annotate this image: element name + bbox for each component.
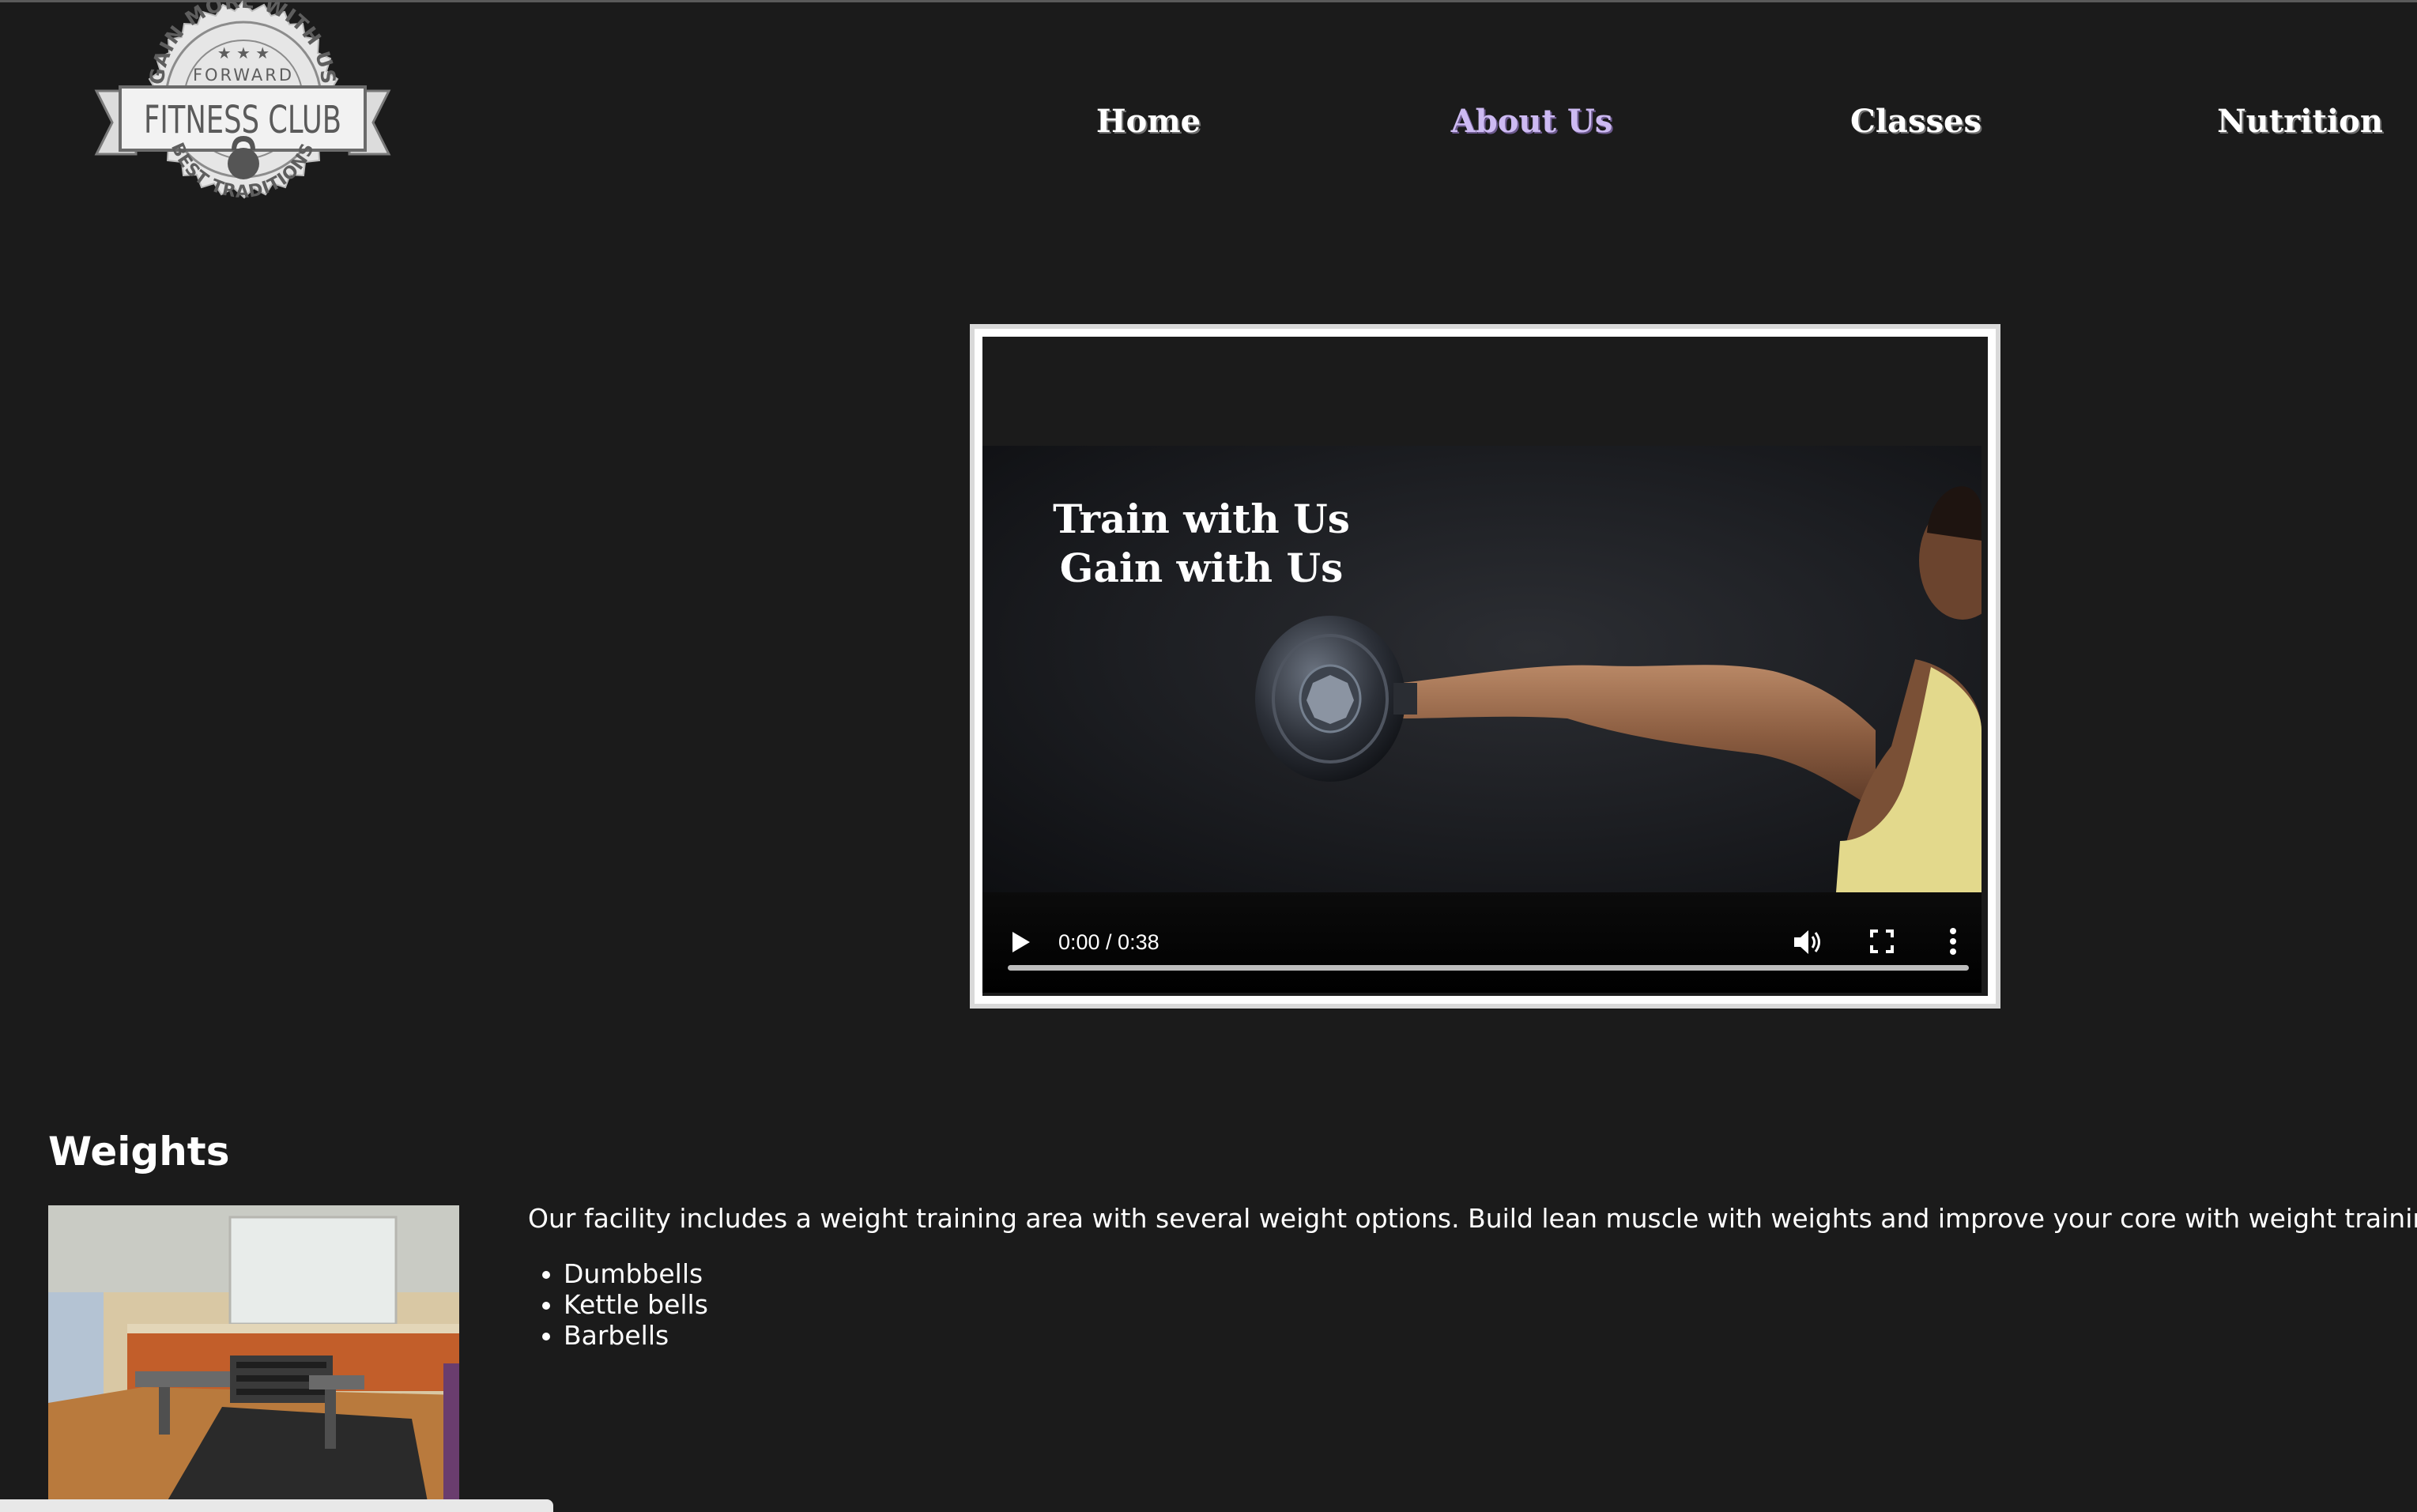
browser-status-bar	[0, 1499, 553, 1512]
volume-icon[interactable]	[1793, 928, 1823, 956]
list-item: Kettle bells	[564, 1289, 708, 1320]
video-progress-bar[interactable]	[1008, 965, 1969, 971]
nav-home-link[interactable]: Home	[1096, 103, 1201, 140]
main-navigation: Home About Us Classes Nutrition	[0, 103, 2417, 150]
nav-classes-link[interactable]: Classes	[1850, 103, 1981, 140]
weights-description: Our facility includes a weight training …	[528, 1203, 2417, 1234]
list-item: Dumbbells	[564, 1258, 708, 1289]
poster-headline-line2: Gain with Us	[1060, 545, 1344, 591]
logo-stars: ★ ★ ★	[217, 43, 270, 62]
weights-options-list: Dumbbells Kettle bells Barbells	[528, 1258, 708, 1351]
more-options-icon[interactable]	[1948, 927, 1958, 956]
nav-about-us-link[interactable]: About Us	[1451, 103, 1613, 140]
nav-nutrition-link[interactable]: Nutrition	[2217, 103, 2383, 140]
list-item: Barbells	[564, 1320, 708, 1351]
logo-forward-text: FORWARD	[193, 66, 294, 85]
weights-area-photo	[48, 1205, 459, 1502]
weights-section-title: Weights	[48, 1129, 230, 1175]
video-time-display: 0:00 / 0:38	[1058, 930, 1159, 954]
video-frame: Train with Us Gain with Us 0:00 / 0:38	[970, 324, 2000, 1009]
poster-headline-line1: Train with Us	[1053, 496, 1350, 542]
video-poster[interactable]: Train with Us Gain with Us	[982, 446, 1981, 892]
fullscreen-icon[interactable]	[1869, 929, 1895, 954]
play-icon[interactable]	[1011, 930, 1031, 954]
video-controls-bar: 0:00 / 0:38	[982, 892, 1981, 993]
video-player[interactable]: Train with Us Gain with Us 0:00 / 0:38	[982, 337, 1988, 996]
